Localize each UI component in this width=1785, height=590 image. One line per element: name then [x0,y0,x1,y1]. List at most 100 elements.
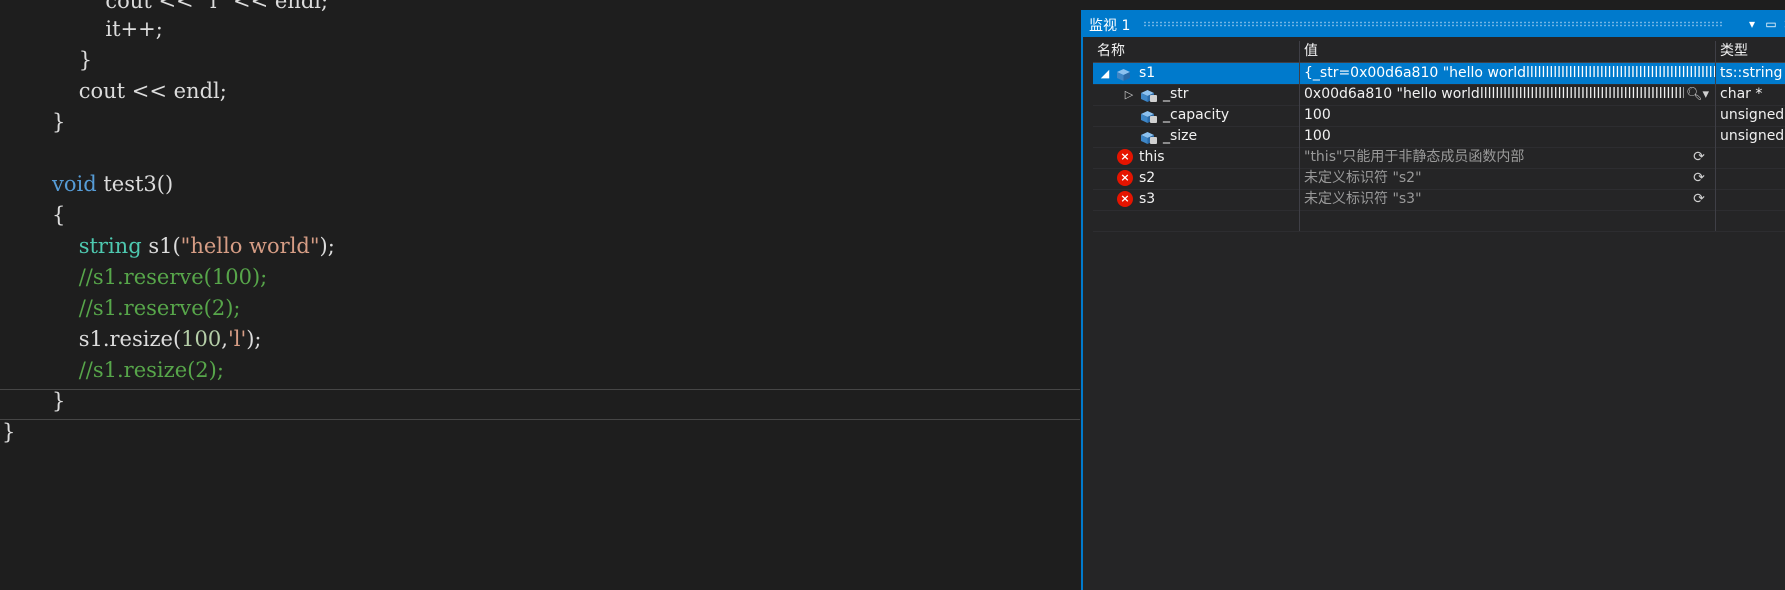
watch-name-cell[interactable]: × s3 [1093,189,1300,210]
watch-row[interactable]: × this "this"只能用于非静态成员函数内部 ⟳ [1093,147,1785,169]
watch-value-cell[interactable]: "this"只能用于非静态成员函数内部 ⟳ [1300,147,1716,168]
watch-row[interactable]: _capacity 100 unsigned [1093,105,1785,127]
code-line: //s1.reserve(2); [52,293,241,324]
refresh-icon[interactable]: ⟳ [1691,170,1707,186]
code-token: ); [246,327,262,351]
watch-value-text: "this"只能用于非静态成员函数内部 [1304,149,1525,165]
watch-type-cell [1716,189,1785,210]
watch-value-cell[interactable] [1300,210,1716,231]
code-line: string s1("hello world"); [52,231,335,262]
watch-value-text: 未定义标识符 "s2" [1304,170,1422,186]
watch-value-text: 未定义标识符 "s3" [1304,191,1422,207]
object-cube-icon [1117,67,1130,81]
lock-badge-icon [1150,116,1157,123]
refresh-icon[interactable]: ⟳ [1691,149,1707,165]
watch-type-cell [1716,168,1785,189]
watch-type-cell: char * [1720,86,1763,102]
code-token: } [2,420,16,444]
column-header-type[interactable]: 类型 [1716,41,1785,62]
watch-value-text: 100 [1304,128,1331,144]
watch-name-cell[interactable]: × s2 [1093,168,1300,189]
watch-name-cell[interactable]: ▷ _str [1093,84,1300,105]
watch-name-cell[interactable]: _size [1093,126,1300,147]
watch-value-cell[interactable]: 未定义标识符 "s3" ⟳ [1300,189,1716,210]
watch-name-cell[interactable]: × this [1093,147,1300,168]
dropdown-arrow-icon[interactable]: ▾ [1744,15,1760,33]
watch-type-cell [1716,147,1785,168]
watch-value-text: 100 [1304,107,1331,123]
lock-badge-icon [1150,95,1157,102]
code-line: } [52,45,92,76]
code-token: { [52,203,66,227]
watch-value-text: {_str=0x00d6a810 "hello worldlllllllllll… [1304,65,1716,81]
watch-name-cell[interactable]: ◢ s1 [1093,63,1300,84]
code-token: 100 [181,327,222,351]
column-header-value[interactable]: 值 [1300,41,1716,62]
watch-variable-name: _size [1163,128,1198,144]
code-token: } [52,389,66,413]
code-token: "hello world" [180,234,320,258]
watch-row[interactable]: ▷ _str 0x00d6a810 "hello worldllllllllllll… [1093,84,1785,106]
code-line: } [52,107,65,138]
watch-name-cell[interactable]: _capacity [1093,105,1300,126]
code-line: } [52,386,65,417]
watch-variable-name: this [1139,149,1165,165]
code-line: void test3() [52,169,173,200]
code-token: string [78,234,142,258]
watch-value-text: 0x00d6a810 "hello worldlllllllllllllllll… [1304,86,1684,102]
watch-row[interactable] [1093,210,1785,232]
watch-window: 监视 1 ▾ ▭ × 名称 值 类型 ◢ s1 {_str=0x00d6a810 "… [1081,10,1785,590]
watch-value-cell[interactable]: {_str=0x00d6a810 "hello worldlllllllllll… [1300,63,1716,84]
code-token: cout << "l" << endl; [52,0,329,13]
current-line-highlight [0,389,1080,420]
watch-row[interactable]: × s3 未定义标识符 "s3" ⟳ [1093,189,1785,211]
text-visualizer-icon[interactable]: 🔍︎▾ [1686,84,1709,105]
collapse-arrow-icon[interactable]: ◢ [1099,63,1111,84]
error-icon: × [1117,149,1133,165]
code-token: cout << endl; [52,79,227,103]
code-line: } [2,417,15,448]
code-line: //s1.reserve(100); [52,262,268,293]
code-token: s1( [141,234,181,258]
watch-row[interactable]: × s2 未定义标识符 "s2" ⟳ [1093,168,1785,190]
titlebar-grip [1143,21,1723,27]
error-icon: × [1117,170,1133,186]
watch-name-cell[interactable] [1093,210,1300,231]
watch-row[interactable]: ◢ s1 {_str=0x00d6a810 "hello worldllllllll… [1093,63,1785,85]
watch-type-cell [1716,210,1785,231]
watch-value-cell[interactable]: 100 [1300,105,1716,126]
watch-variable-name: s2 [1139,170,1156,186]
code-token: 'l' [227,327,247,351]
code-token: , [221,327,228,351]
watch-type-cell: ts::string [1720,65,1783,81]
watch-type-cell: unsigned [1720,107,1785,123]
watch-column-header: 名称 值 类型 [1093,41,1785,63]
watch-variable-name: _str [1163,86,1189,102]
watch-variable-name: s3 [1139,191,1156,207]
watch-titlebar[interactable]: 监视 1 ▾ ▭ × [1083,12,1785,37]
watch-value-cell[interactable]: 0x00d6a810 "hello worldlllllllllllllllll… [1300,84,1716,105]
code-line: { [52,200,65,231]
code-token: it++; [52,17,163,41]
refresh-icon[interactable]: ⟳ [1691,191,1707,207]
code-line: s1.resize(100,'l'); [52,324,262,355]
code-token: void [52,172,97,196]
maximize-icon[interactable]: ▭ [1763,15,1779,33]
lock-badge-icon [1150,137,1157,144]
code-token: //s1.reserve(100); [52,265,268,289]
watch-variable-name: _capacity [1163,107,1230,123]
code-line: it++; [52,14,163,45]
code-editor[interactable]: cout << "l" << endl; it++; } cout << end… [0,0,1080,558]
watch-value-cell[interactable]: 100 [1300,126,1716,147]
code-token: s1.resize( [52,327,182,351]
watch-row[interactable]: _size 100 unsigned [1093,126,1785,148]
watch-type-cell: unsigned [1720,128,1785,144]
watch-value-cell[interactable]: 未定义标识符 "s2" ⟳ [1300,168,1716,189]
code-token: //s1.resize(2); [52,358,224,382]
column-header-name[interactable]: 名称 [1093,41,1300,62]
code-token: ); [319,234,335,258]
code-token: } [52,110,66,134]
close-icon[interactable]: × [1780,15,1785,33]
expand-arrow-icon[interactable]: ▷ [1123,84,1135,105]
